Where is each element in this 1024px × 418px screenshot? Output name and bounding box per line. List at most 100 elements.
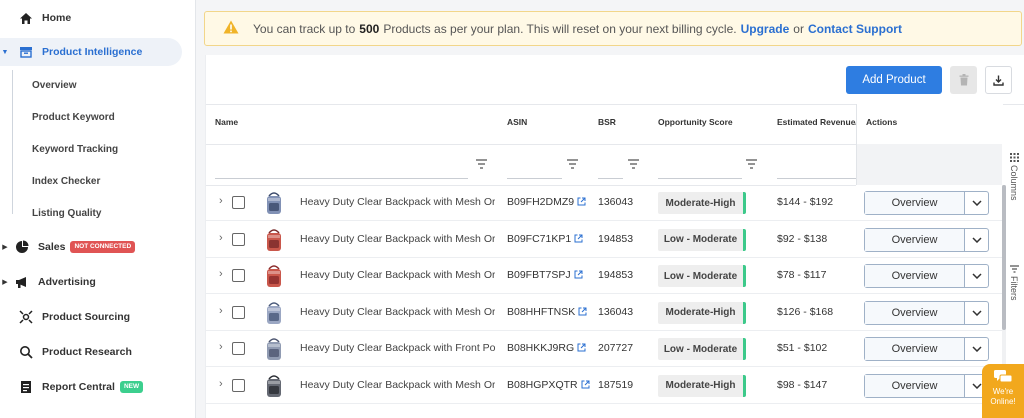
nav-product-intelligence[interactable]: ▼ Product Intelligence [0, 38, 182, 66]
opportunity-filter-input[interactable] [658, 178, 742, 179]
row-checkbox[interactable] [232, 196, 245, 209]
subnav-product-keyword[interactable]: Product Keyword [32, 110, 115, 126]
download-button[interactable] [985, 66, 1012, 94]
expand-chevron-icon[interactable]: › [219, 305, 223, 317]
col-opportunity-score[interactable]: Opportunity Score [658, 117, 733, 127]
external-link-icon[interactable] [578, 307, 587, 316]
add-product-button[interactable]: Add Product [846, 66, 942, 94]
product-thumbnail[interactable] [263, 300, 285, 326]
product-thumbnail[interactable] [263, 263, 285, 289]
megaphone-icon [14, 274, 30, 290]
overview-button[interactable]: Overview [865, 338, 964, 360]
bsr-filter-input[interactable] [598, 178, 623, 179]
nav-home[interactable]: Home [0, 4, 182, 32]
external-link-icon[interactable] [581, 380, 590, 389]
nav-product-sourcing-label: Product Sourcing [42, 311, 131, 323]
actions-dropdown-button[interactable] [964, 338, 988, 360]
nav-sales[interactable]: ▶ Sales NOT CONNECTED [0, 233, 182, 261]
row-checkbox[interactable] [232, 342, 245, 355]
row-checkbox[interactable] [232, 305, 245, 319]
product-thumbnail[interactable] [263, 227, 285, 253]
product-thumbnail[interactable] [263, 190, 285, 216]
report-icon [18, 379, 34, 395]
external-link-icon[interactable] [577, 343, 586, 352]
alert-count: 500 [359, 21, 380, 36]
product-name[interactable]: Heavy Duty Clear Backpack with Mesh Or..… [300, 233, 495, 245]
product-name[interactable]: Heavy Duty Clear Backpack with Front Po.… [300, 342, 495, 354]
overview-button[interactable]: Overview [865, 374, 964, 397]
col-estimated-revenue[interactable]: Estimated Revenue/ [777, 117, 856, 127]
expand-chevron-icon[interactable]: › [219, 195, 223, 207]
warning-icon [223, 20, 239, 37]
overview-button[interactable]: Overview [865, 301, 964, 324]
actions-dropdown-button[interactable] [964, 192, 988, 214]
product-name[interactable]: Heavy Duty Clear Backpack with Mesh Or..… [300, 379, 495, 391]
asin-cell: B09FH2DMZ9 [507, 196, 586, 208]
nav-advertising[interactable]: ▶ Advertising [0, 268, 182, 296]
external-link-icon[interactable] [574, 270, 583, 279]
product-thumbnail[interactable] [263, 336, 285, 362]
opportunity-score-badge: Low - Moderate [658, 265, 746, 287]
columns-side-tab[interactable]: Columns [1004, 153, 1024, 201]
external-link-icon[interactable] [574, 234, 583, 243]
product-thumbnail[interactable] [263, 373, 285, 399]
asin-value: B09FC71KP1 [507, 232, 572, 245]
table-row[interactable]: › Heavy Duty Clear Backpack with Mesh Or.… [206, 258, 1002, 294]
subnav-index-checker[interactable]: Index Checker [32, 174, 100, 190]
actions-dropdown-button[interactable] [964, 265, 988, 287]
table-row[interactable]: › Heavy Duty Clear Backpack with Mesh Or.… [206, 295, 1002, 331]
chevron-down-icon [971, 309, 982, 316]
nav-product-research[interactable]: Product Research [0, 338, 182, 366]
table-row[interactable]: › Heavy Duty Clear Backpack with Mesh Or.… [206, 368, 1002, 404]
filter-icon[interactable] [628, 159, 639, 169]
subnav-listing-quality[interactable]: Listing Quality [32, 206, 101, 222]
asin-cell: B09FC71KP1 [507, 233, 583, 245]
row-checkbox[interactable] [232, 232, 245, 246]
table-row[interactable]: › Heavy Duty Clear Backpack with Mesh Or.… [206, 222, 1002, 258]
nav-report-central[interactable]: Report Central NEW [0, 373, 182, 401]
chat-widget[interactable]: We're Online! [982, 364, 1024, 418]
overview-button[interactable]: Overview [865, 192, 964, 214]
expand-chevron-icon[interactable]: › [219, 341, 223, 353]
revenue-filter-input[interactable] [777, 178, 856, 179]
product-name[interactable]: Heavy Duty Clear Backpack with Mesh Or..… [300, 196, 495, 208]
asin-value: B09FH2DMZ9 [507, 196, 575, 208]
delete-button[interactable] [950, 66, 977, 94]
col-bsr[interactable]: BSR [598, 117, 616, 127]
nav-product-intelligence-label: Product Intelligence [42, 46, 143, 58]
expand-chevron-icon[interactable]: › [219, 232, 223, 244]
expand-chevron-icon[interactable]: › [219, 268, 223, 280]
external-link-icon[interactable] [577, 197, 586, 206]
overview-button[interactable]: Overview [865, 228, 964, 251]
upgrade-link[interactable]: Upgrade [741, 22, 790, 36]
actions-dropdown-button[interactable] [964, 228, 988, 251]
row-actions: Overview [864, 227, 989, 252]
filters-side-tab[interactable]: Filters [1004, 265, 1024, 301]
asin-filter-input[interactable] [507, 178, 562, 179]
pie-chart-icon [14, 239, 30, 255]
product-name[interactable]: Heavy Duty Clear Backpack with Mesh Or..… [300, 306, 495, 318]
name-filter-input[interactable] [215, 178, 468, 179]
contact-support-link[interactable]: Contact Support [808, 22, 902, 36]
nav-product-sourcing[interactable]: Product Sourcing [0, 303, 182, 331]
bsr-value: 136043 [598, 196, 634, 208]
filters-tab-label: Filters [1009, 276, 1019, 301]
row-checkbox[interactable] [232, 378, 245, 392]
table-row[interactable]: › Heavy Duty Clear Backpack with Front Po… [206, 331, 1002, 367]
table-row[interactable]: › Heavy Duty Clear Backpack with Mesh Or.… [206, 185, 1002, 221]
scrollbar-thumb[interactable] [1002, 185, 1006, 330]
subnav-keyword-tracking[interactable]: Keyword Tracking [32, 142, 118, 158]
estimated-revenue-value: $144 - $192 [777, 196, 834, 208]
subnav-overview[interactable]: Overview [32, 78, 76, 94]
filter-icon[interactable] [567, 159, 578, 169]
row-checkbox[interactable] [232, 269, 245, 282]
col-name[interactable]: Name [215, 117, 238, 127]
actions-dropdown-button[interactable] [964, 301, 988, 324]
expand-chevron-icon[interactable]: › [219, 378, 223, 390]
filter-icon[interactable] [746, 159, 757, 169]
overview-button[interactable]: Overview [865, 265, 964, 287]
col-asin[interactable]: ASIN [507, 117, 527, 127]
product-name[interactable]: Heavy Duty Clear Backpack with Mesh Or..… [300, 269, 495, 281]
filter-icon[interactable] [476, 159, 487, 169]
bsr-value: 194853 [598, 269, 634, 281]
